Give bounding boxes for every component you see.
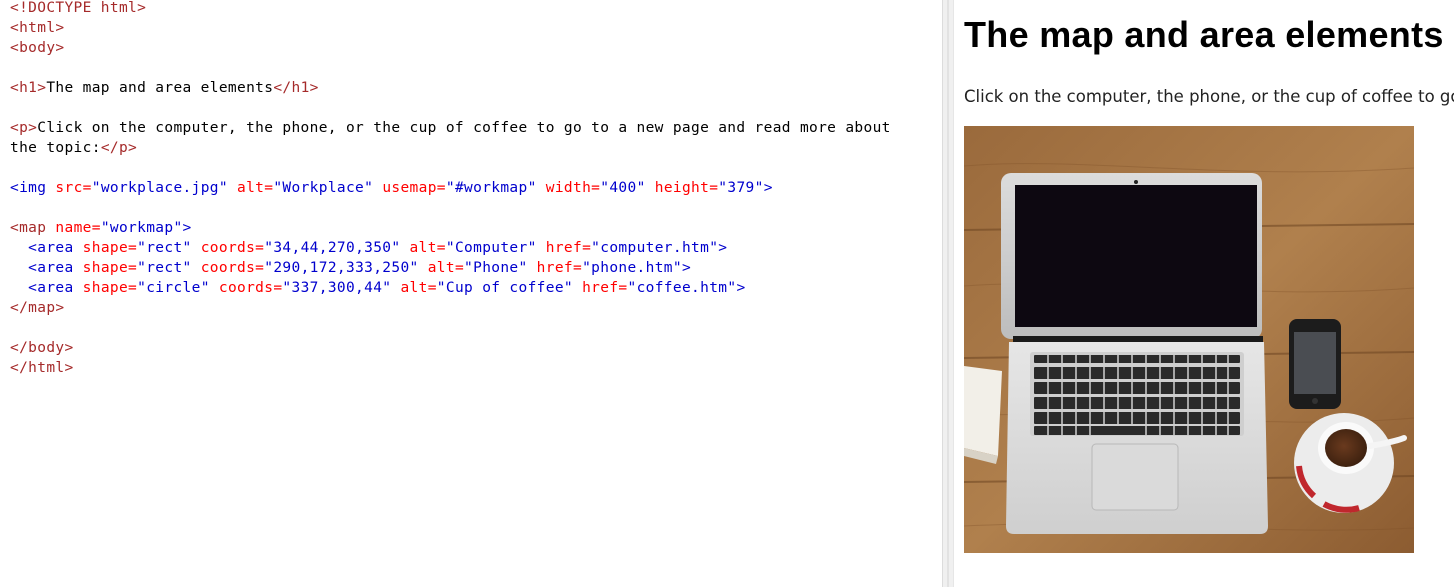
code-token: href= (536, 260, 583, 276)
workplace-image (964, 126, 1414, 553)
code-token: "workplace.jpg" (91, 180, 238, 196)
code-token: "337,300,44" (282, 280, 401, 296)
code-line[interactable]: <!DOCTYPE html> (10, 0, 891, 18)
code-token: <area (28, 260, 83, 276)
pane-divider[interactable] (942, 0, 954, 587)
code-token: "#workmap" (445, 180, 546, 196)
code-token: <area (28, 240, 83, 256)
code-token: > (718, 240, 728, 256)
code-token: <map (10, 220, 56, 236)
code-line[interactable]: </html> (10, 358, 891, 378)
code-token: coords= (218, 280, 283, 296)
code-token: <h1> (10, 80, 47, 96)
code-token: <!DOCTYPE html> (10, 0, 147, 16)
code-line[interactable]: </map> (10, 298, 891, 318)
code-token: "computer.htm" (591, 240, 719, 256)
code-token: coords= (200, 240, 265, 256)
code-token: "rect" (137, 260, 201, 276)
code-token: <area (28, 280, 83, 296)
code-line[interactable]: <html> (10, 18, 891, 38)
code-token: "34,44,270,350" (264, 240, 410, 256)
code-token: usemap= (382, 180, 446, 196)
code-token: shape= (82, 240, 138, 256)
code-content[interactable]: <!DOCTYPE html><html><body>​<h1>The map … (10, 0, 891, 378)
code-token: shape= (82, 260, 138, 276)
code-token: <body> (10, 40, 65, 56)
code-token: "Computer" (445, 240, 546, 256)
code-token: The map and area elements (46, 80, 274, 96)
code-token: "rect" (137, 240, 201, 256)
code-token: "Phone" (464, 260, 537, 276)
code-editor[interactable]: <!DOCTYPE html><html><body>​<h1>The map … (0, 0, 942, 587)
code-line[interactable]: <h1>The map and area elements</h1> (10, 78, 891, 98)
code-token: alt= (400, 280, 437, 296)
code-line[interactable]: ​ (10, 98, 891, 118)
code-line[interactable]: ​ (10, 58, 891, 78)
code-token: > (736, 280, 746, 296)
code-token: "290,172,333,250" (264, 260, 428, 276)
code-token: "400" (600, 180, 655, 196)
code-line[interactable]: <body> (10, 38, 891, 58)
code-token: height= (654, 180, 719, 196)
code-token: name= (55, 220, 101, 236)
code-token: href= (582, 280, 628, 296)
code-line[interactable]: ​ (10, 318, 891, 338)
code-line[interactable]: <area shape="circle" coords="337,300,44"… (10, 278, 891, 298)
code-line[interactable]: <p>Click on the computer, the phone, or … (10, 118, 891, 138)
code-token: </map> (10, 300, 65, 316)
code-token: "circle" (137, 280, 219, 296)
divider-grip[interactable] (947, 0, 949, 587)
code-token: </h1> (273, 80, 319, 96)
code-token: > (182, 220, 192, 236)
code-line[interactable]: ​ (10, 158, 891, 178)
code-token: "Cup of coffee" (436, 280, 583, 296)
code-token: </p> (100, 140, 138, 156)
code-line[interactable]: <map name="workmap"> (10, 218, 891, 238)
page-heading: The map and area elements (964, 14, 1444, 55)
code-token: "coffee.htm" (627, 280, 737, 296)
code-line[interactable]: </body> (10, 338, 891, 358)
code-token: width= (545, 180, 601, 196)
code-token: "phone.htm" (582, 260, 682, 276)
code-token: alt= (237, 180, 274, 196)
code-token: coords= (200, 260, 265, 276)
code-token: </body> (10, 340, 74, 356)
result-preview: The map and area elements Click on the c… (954, 0, 1454, 587)
intro-paragraph: Click on the computer, the phone, or the… (964, 87, 1454, 106)
code-token: Click on the computer, the phone, or the… (37, 120, 891, 136)
laptop-hotspot[interactable] (1001, 173, 1268, 534)
code-token: the topic: (10, 140, 101, 156)
code-token: > (763, 180, 773, 196)
code-token: "379" (718, 180, 764, 196)
code-token: "Workplace" (273, 180, 383, 196)
code-line[interactable]: the topic:</p> (10, 138, 891, 158)
code-token: src= (55, 180, 92, 196)
code-token: alt= (427, 260, 465, 276)
code-token: </html> (10, 360, 74, 376)
code-token: <p> (10, 120, 38, 136)
code-line[interactable]: <area shape="rect" coords="34,44,270,350… (10, 238, 891, 258)
code-line[interactable]: <img src="workplace.jpg" alt="Workplace"… (10, 178, 891, 198)
phone-hotspot[interactable] (1289, 319, 1341, 409)
code-token: alt= (409, 240, 446, 256)
code-token: shape= (82, 280, 138, 296)
code-token: <img (10, 180, 56, 196)
code-token: <html> (10, 20, 65, 36)
code-line[interactable]: ​ (10, 198, 891, 218)
code-token: > (681, 260, 692, 276)
code-line[interactable]: <area shape="rect" coords="290,172,333,2… (10, 258, 891, 278)
code-token: href= (545, 240, 592, 256)
code-token: "workmap" (100, 220, 183, 236)
